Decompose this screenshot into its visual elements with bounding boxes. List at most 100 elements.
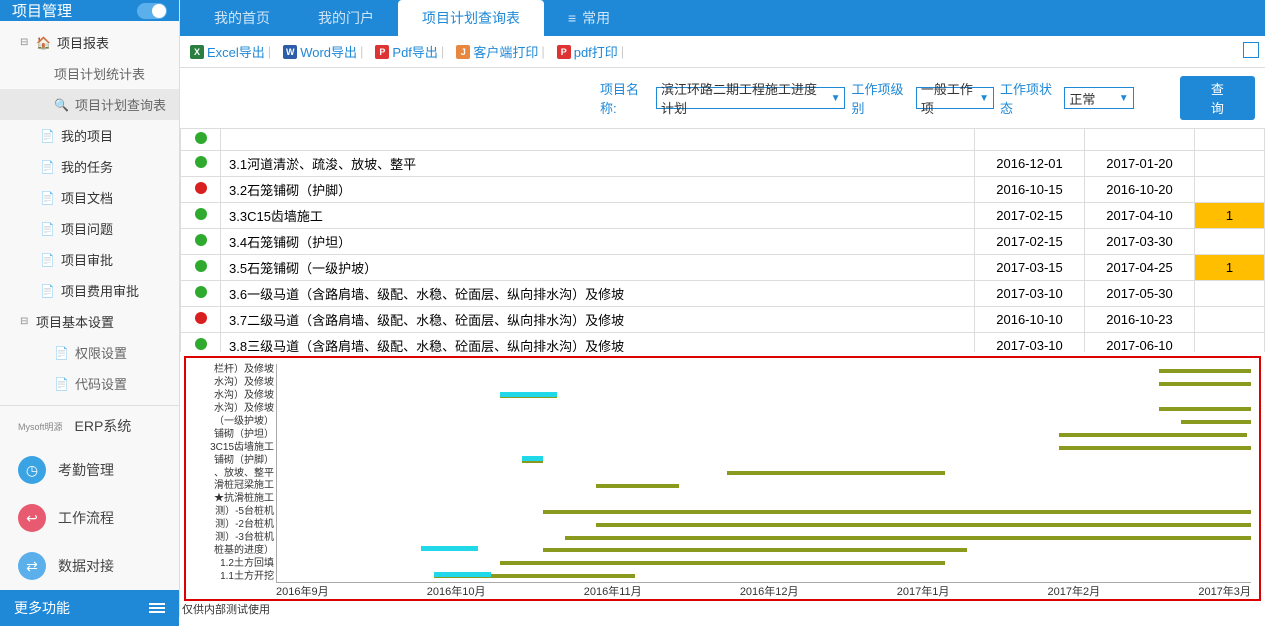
export-button[interactable]: XExcel导出| <box>190 42 271 61</box>
x-tick: 2017年3月 <box>1198 583 1251 599</box>
table-row[interactable]: 3.7二级马道（含路肩墙、级配、水稳、砼面层、纵向排水沟）及修坡2016-10-… <box>181 307 1265 333</box>
start-date: 2017-02-15 <box>975 229 1085 255</box>
start-date: 2017-02-15 <box>975 203 1085 229</box>
sidebar-item[interactable]: 📄权限设置 <box>0 337 179 368</box>
table-row[interactable]: 3.8三级马道（含路肩墙、级配、水稳、砼面层、纵向排水沟）及修坡2017-03-… <box>181 333 1265 353</box>
project-name-select[interactable]: 滨江环路二期工程施工进度计划▼ <box>656 87 846 109</box>
x-tick: 2017年2月 <box>1048 583 1101 599</box>
export-button[interactable]: J客户端打印| <box>456 42 544 61</box>
tab[interactable]: 我的首页 <box>190 0 294 36</box>
sidebar-item[interactable]: 🔍项目计划查询表 <box>0 89 179 120</box>
flag-cell <box>1195 151 1265 177</box>
save-icon[interactable] <box>1243 42 1259 58</box>
work-status-select[interactable]: 正常▼ <box>1064 87 1133 109</box>
sidebar-item[interactable]: ⊟🏠项目报表 <box>0 27 179 58</box>
gantt-row-label: 1.1土方开挖 <box>186 571 274 583</box>
qm-label: 数据对接 <box>58 556 114 576</box>
gantt-row-label: 滑桩冠梁施工 <box>186 480 274 492</box>
end-date: 2017-05-30 <box>1085 281 1195 307</box>
main-area: 我的首页我的门户项目计划查询表≡常用 XExcel导出| WWord导出| PPdf… <box>180 0 1265 617</box>
flag-cell <box>1195 307 1265 333</box>
sidebar-toggle[interactable] <box>137 3 167 19</box>
gantt-row-label: 1.2土方回填 <box>186 558 274 570</box>
table-row[interactable]: 3.6一级马道（含路肩墙、级配、水稳、砼面层、纵向排水沟）及修坡2017-03-… <box>181 281 1265 307</box>
query-button[interactable]: 查询 <box>1180 76 1255 120</box>
x-tick: 2016年10月 <box>427 583 486 599</box>
gantt-x-axis: 2016年9月 2016年10月 2016年11月 2016年12月 2017年1月 20… <box>186 583 1259 599</box>
more-label: 更多功能 <box>14 598 70 618</box>
end-date: 2017-06-10 <box>1085 333 1195 353</box>
gantt-bar <box>522 456 544 461</box>
sidebar-item[interactable]: 📄项目问题 <box>0 213 179 244</box>
gantt-y-labels: 栏杆）及修坡水沟）及修坡水沟）及修坡水沟）及修坡（一级护坡）铺砌（护坦）3C15… <box>186 358 276 583</box>
gantt-bar <box>1181 420 1251 424</box>
export-button[interactable]: WWord导出| <box>283 42 363 61</box>
task-name: 3.7二级马道（含路肩墙、级配、水稳、砼面层、纵向排水沟）及修坡 <box>221 307 975 333</box>
end-date: 2017-04-25 <box>1085 255 1195 281</box>
gantt-plot-area <box>276 364 1251 583</box>
qm-workflow[interactable]: ↩ 工作流程 <box>0 494 179 542</box>
table-row[interactable]: 3.4石笼铺砌（护坦）2017-02-152017-03-30 <box>181 229 1265 255</box>
select-value: 一般工作项 <box>921 79 975 117</box>
status-dot <box>195 208 207 220</box>
gantt-row-label: （一级护坡） <box>186 416 274 428</box>
flag-cell <box>1195 333 1265 353</box>
sidebar-item[interactable]: 项目计划统计表 <box>0 58 179 89</box>
end-date: 2016-10-23 <box>1085 307 1195 333</box>
flag-cell <box>1195 229 1265 255</box>
gantt-bar <box>543 510 1251 514</box>
data-table: 3.1河道清淤、疏浚、放坡、整平2016-12-012017-01-203.2石… <box>180 128 1265 352</box>
x-tick: 2016年9月 <box>276 583 329 599</box>
sidebar-item[interactable]: 📄我的项目 <box>0 120 179 151</box>
start-date: 2017-03-10 <box>975 281 1085 307</box>
sidebar-item[interactable]: 📄项目费用审批 <box>0 275 179 306</box>
x-tick: 2017年1月 <box>897 583 950 599</box>
sidebar-item[interactable]: 📄我的任务 <box>0 151 179 182</box>
export-button[interactable]: PPdf导出| <box>375 42 444 61</box>
x-tick: 2016年12月 <box>740 583 799 599</box>
gantt-chart: 栏杆）及修坡水沟）及修坡水沟）及修坡水沟）及修坡（一级护坡）铺砌（护坦）3C15… <box>184 356 1261 601</box>
tab[interactable]: 我的门户 <box>294 0 398 36</box>
gantt-row-label: 水沟）及修坡 <box>186 377 274 389</box>
x-tick: 2016年11月 <box>584 583 642 599</box>
flag-cell <box>1195 177 1265 203</box>
qm-erp[interactable]: Mysoft明源 ERP系统 <box>0 406 179 446</box>
task-name: 3.4石笼铺砌（护坦） <box>221 229 975 255</box>
task-name: 3.5石笼铺砌（一级护坡） <box>221 255 975 281</box>
tab[interactable]: ≡常用 <box>544 0 634 36</box>
chevron-down-icon: ▼ <box>827 93 841 104</box>
task-name: 3.6一级马道（含路肩墙、级配、水稳、砼面层、纵向排水沟）及修坡 <box>221 281 975 307</box>
filter-bar: 项目名称: 滨江环路二期工程施工进度计划▼ 工作项级别 一般工作项▼ 工作项状态… <box>180 68 1265 128</box>
sidebar-item[interactable]: ⊟项目基本设置 <box>0 306 179 337</box>
gantt-bar <box>1159 407 1251 411</box>
more-functions-button[interactable]: 更多功能 <box>0 590 179 626</box>
table-row[interactable]: 3.3C15齿墙施工2017-02-152017-04-101 <box>181 203 1265 229</box>
qm-attendance[interactable]: ◷ 考勤管理 <box>0 446 179 494</box>
export-button[interactable]: Ppdf打印| <box>557 42 624 61</box>
gantt-row-label: 铺砌（护脚） <box>186 455 274 467</box>
table-row[interactable]: 3.2石笼铺砌（护脚）2016-10-152016-10-20 <box>181 177 1265 203</box>
sidebar-item[interactable]: 📄代码设置 <box>0 368 179 399</box>
flow-icon: ↩ <box>18 504 46 532</box>
status-dot <box>195 234 207 246</box>
gantt-bar <box>543 548 967 552</box>
task-name: 3.1河道清淤、疏浚、放坡、整平 <box>221 151 975 177</box>
gantt-row-label: 测）-3台桩机 <box>186 532 274 544</box>
table-row[interactable]: 3.5石笼铺砌（一级护坡）2017-03-152017-04-251 <box>181 255 1265 281</box>
sidebar-item[interactable]: 📄项目文档 <box>0 182 179 213</box>
work-level-select[interactable]: 一般工作项▼ <box>916 87 994 109</box>
qm-label: ERP系统 <box>75 416 132 436</box>
chevron-down-icon: ▼ <box>1115 93 1129 104</box>
sidebar-item[interactable]: 📄项目审批 <box>0 244 179 275</box>
start-date: 2016-12-01 <box>975 151 1085 177</box>
table-row[interactable]: 3.1河道清淤、疏浚、放坡、整平2016-12-012017-01-20 <box>181 151 1265 177</box>
clock-icon: ◷ <box>18 456 46 484</box>
qm-datalink[interactable]: ⇄ 数据对接 <box>0 542 179 590</box>
flag-cell <box>1195 281 1265 307</box>
gantt-row-label: 桩基的进度） <box>186 545 274 557</box>
end-date: 2017-04-10 <box>1085 203 1195 229</box>
task-name: 3.8三级马道（含路肩墙、级配、水稳、砼面层、纵向排水沟）及修坡 <box>221 333 975 353</box>
start-date: 2016-10-10 <box>975 307 1085 333</box>
tab[interactable]: 项目计划查询表 <box>398 0 544 36</box>
gantt-row-label: 铺砌（护坦） <box>186 429 274 441</box>
